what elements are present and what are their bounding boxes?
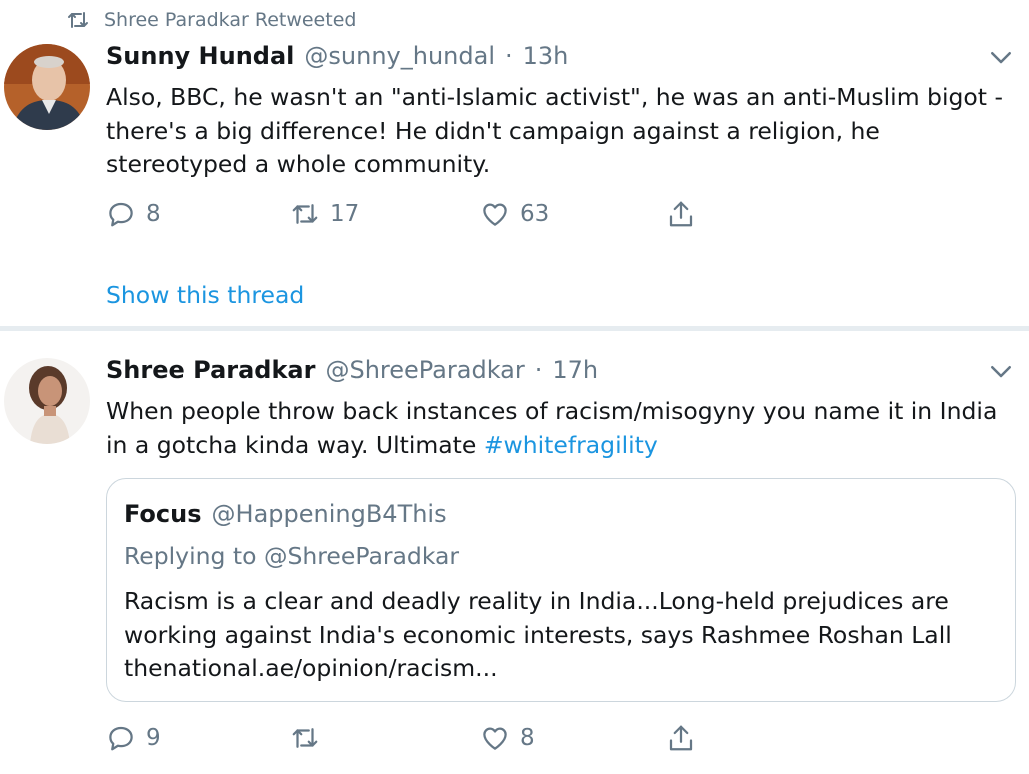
- retweet-button[interactable]: 17: [290, 199, 359, 229]
- separator: ·: [505, 42, 513, 70]
- like-button[interactable]: 63: [480, 199, 549, 229]
- share-icon: [669, 725, 693, 751]
- reply-button[interactable]: 8: [106, 199, 161, 229]
- retweet-icon: [68, 12, 88, 28]
- avatar[interactable]: [4, 358, 90, 444]
- show-thread-link[interactable]: Show this thread: [106, 281, 304, 309]
- tweet-header: Shree Paradkar @ShreeParadkar · 17h: [106, 356, 598, 384]
- replying-to: Replying to @ShreeParadkar: [124, 542, 460, 570]
- reply-count: 8: [146, 201, 161, 227]
- retweet-button[interactable]: [290, 723, 320, 753]
- quoted-tweet-header: Focus @HappeningB4This: [124, 500, 447, 528]
- share-icon: [669, 201, 693, 227]
- author-handle[interactable]: @sunny_hundal: [304, 42, 495, 70]
- avatar[interactable]: [4, 44, 90, 130]
- share-button[interactable]: [666, 199, 696, 229]
- quoted-tweet-card[interactable]: Focus @HappeningB4This Replying to @Shre…: [106, 478, 1016, 702]
- author-handle[interactable]: @ShreeParadkar: [325, 356, 524, 384]
- quoted-tweet-text: Racism is a clear and deadly reality in …: [124, 587, 952, 682]
- retweet-icon: [292, 204, 318, 224]
- tweet-text: When people throw back instances of raci…: [106, 395, 1016, 462]
- heart-icon: [483, 203, 507, 226]
- tweet-divider: [0, 326, 1029, 331]
- chevron-down-icon[interactable]: [986, 356, 1016, 386]
- like-button[interactable]: 8: [480, 723, 535, 753]
- tweet-header: Sunny Hundal @sunny_hundal · 13h: [106, 42, 568, 70]
- retweet-context[interactable]: Shree Paradkar Retweeted: [66, 6, 356, 34]
- hashtag-link[interactable]: #whitefragility: [484, 431, 658, 459]
- chevron-down-icon[interactable]: [986, 42, 1016, 72]
- tweet-text: Also, BBC, he wasn't an "anti-Islamic ac…: [106, 83, 1003, 178]
- like-count: 8: [520, 725, 535, 751]
- heart-icon: [483, 727, 507, 750]
- reply-button[interactable]: 9: [106, 723, 161, 753]
- timestamp[interactable]: 17h: [552, 356, 598, 384]
- author-name[interactable]: Sunny Hundal: [106, 42, 294, 70]
- reply-icon: [109, 202, 133, 227]
- avatar-photo: [4, 358, 90, 444]
- avatar-photo: [4, 44, 90, 130]
- quoted-author-handle: @HappeningB4This: [211, 500, 447, 528]
- timestamp[interactable]: 13h: [523, 42, 569, 70]
- reply-count: 9: [146, 725, 161, 751]
- quoted-author-name: Focus: [124, 500, 202, 528]
- separator: ·: [534, 356, 543, 384]
- retweet-count: 17: [330, 201, 360, 227]
- share-button[interactable]: [666, 723, 696, 753]
- author-name[interactable]: Shree Paradkar: [106, 356, 315, 384]
- reply-icon: [109, 726, 133, 751]
- retweet-context-label: Shree Paradkar Retweeted: [104, 9, 357, 31]
- like-count: 63: [520, 201, 550, 227]
- retweet-icon: [292, 728, 318, 748]
